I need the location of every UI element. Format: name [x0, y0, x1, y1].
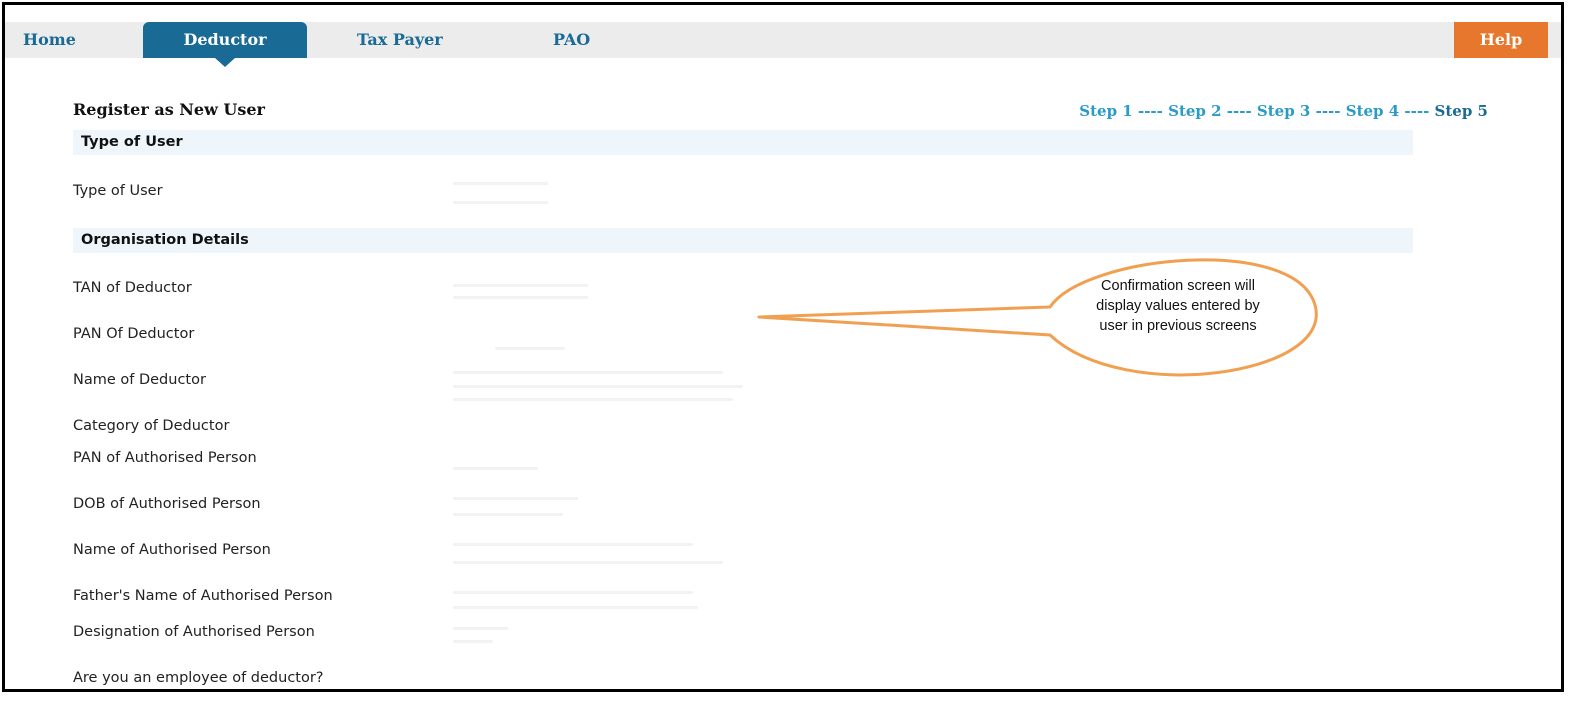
screenshot-frame: Home Deductor Tax Payer PAO Help Registe… [2, 2, 1564, 692]
callout-bubble [757, 258, 1318, 377]
callout-text: Confirmation screen will display values … [1096, 278, 1260, 334]
